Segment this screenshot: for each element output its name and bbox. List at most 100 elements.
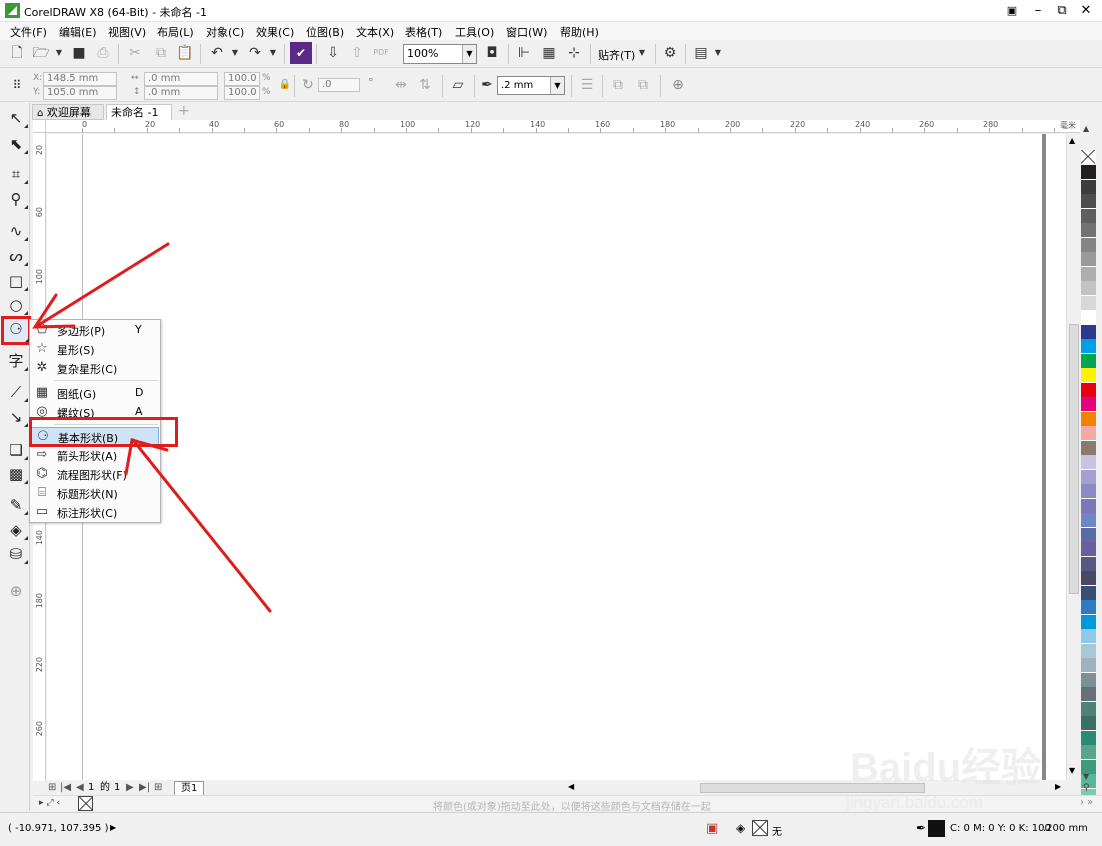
palette-swatch[interactable] — [1081, 658, 1096, 673]
palette-swatch[interactable] — [1081, 324, 1096, 340]
flyout-item-callout-shapes[interactable]: ▭ 标注形状(C) — [31, 503, 159, 521]
horizontal-ruler[interactable]: 0 20 40 60 80 100 120 140 160 180 200 22… — [46, 120, 1080, 133]
drop-shadow-tool-icon[interactable]: ❏ — [4, 439, 28, 461]
menu-window[interactable]: 窗口(W) — [506, 24, 547, 40]
palette-zoom-icon[interactable]: ⚲ — [1083, 783, 1090, 793]
full-screen-icon[interactable]: ◘ — [481, 42, 503, 64]
ruler-corner[interactable] — [33, 120, 46, 133]
add-page-after-icon[interactable]: ⊞ — [154, 781, 162, 795]
flyout-item-arrow-shapes[interactable]: ⇨ 箭头形状(A) — [31, 446, 159, 464]
menu-bitmaps[interactable]: 位图(B) — [306, 24, 344, 40]
vertical-scroll-thumb[interactable] — [1069, 324, 1079, 594]
palette-swatch[interactable] — [1081, 643, 1096, 659]
scroll-up-icon[interactable]: ▲ — [1069, 136, 1075, 145]
scale-x-field[interactable]: 100.0 — [224, 72, 260, 86]
rotation-angle-field[interactable]: .0 — [318, 78, 360, 92]
user-icon[interactable]: ▣ — [1000, 2, 1024, 20]
palette-swatch[interactable] — [1081, 397, 1096, 412]
lock-ratio-icon[interactable]: 🔒 — [274, 74, 296, 96]
rectangle-tool-icon[interactable]: □ — [4, 270, 28, 292]
chevron-down-icon[interactable]: ▼ — [550, 77, 564, 94]
scroll-left-icon[interactable]: ◀ — [568, 782, 574, 791]
palette-swatch[interactable] — [1081, 411, 1096, 427]
paste-icon[interactable]: 📋 — [174, 42, 196, 64]
add-tab-button[interactable]: + — [174, 104, 190, 120]
drawing-canvas[interactable] — [47, 134, 1066, 780]
no-color-swatch[interactable] — [1081, 150, 1096, 164]
object-origin-icon[interactable]: ⠿ — [6, 74, 28, 96]
vertical-scrollbar[interactable]: ▲ ▼ — [1066, 134, 1080, 780]
chevron-down-icon[interactable]: ▼ — [462, 45, 476, 63]
palette-swatch[interactable] — [1081, 194, 1096, 209]
page-tab[interactable]: 页1 — [174, 781, 205, 796]
no-color-icon[interactable] — [78, 796, 93, 811]
status-expand-icon[interactable]: ▶ — [110, 823, 116, 832]
docpal-menu-icon[interactable]: ▸ ⤢ ‹ — [39, 798, 60, 808]
width-field[interactable]: .0 mm — [144, 72, 218, 86]
crop-tool-icon[interactable]: ⌗ — [4, 163, 28, 185]
flyout-item-banner-shapes[interactable]: ⌸ 标题形状(N) — [31, 484, 159, 502]
print-icon[interactable]: ⎙ — [92, 42, 114, 64]
palette-swatch[interactable] — [1081, 455, 1096, 470]
flyout-item-complex-star[interactable]: ✲ 复杂星形(C) — [31, 359, 159, 377]
shape-style-icon[interactable]: ▱ — [447, 74, 469, 96]
palette-swatch[interactable] — [1081, 310, 1096, 325]
undo-dropdown-icon[interactable]: ▼ — [224, 42, 246, 64]
next-page-icon[interactable]: ▶ — [126, 781, 134, 795]
smart-fill-tool-icon[interactable]: ⛁ — [4, 543, 28, 565]
previous-page-icon[interactable]: ◀ — [76, 781, 84, 795]
palette-swatch[interactable] — [1081, 353, 1096, 369]
palette-swatch[interactable] — [1081, 701, 1096, 717]
menu-file[interactable]: 文件(F) — [10, 24, 47, 40]
menu-help[interactable]: 帮助(H) — [560, 24, 599, 40]
first-page-icon[interactable]: |◀ — [60, 781, 71, 795]
quick-customize-icon[interactable]: ⊕ — [667, 74, 689, 96]
scale-y-field[interactable]: 100.0 — [224, 86, 260, 100]
palette-swatch[interactable] — [1081, 237, 1096, 253]
interactive-fill-tool-icon[interactable]: ◈ — [4, 519, 28, 541]
palette-swatch[interactable] — [1081, 498, 1096, 514]
snap-chevron-down-icon[interactable]: ▼ — [631, 42, 653, 64]
docpal-scroll-icon[interactable]: › » — [1080, 797, 1093, 808]
menu-tools[interactable]: 工具(O) — [455, 24, 494, 40]
add-tool-icon[interactable]: ⊕ — [4, 580, 28, 602]
color-proofing-icon[interactable]: ▣ — [706, 821, 718, 836]
palette-swatch[interactable] — [1081, 527, 1096, 543]
no-fill-swatch-icon[interactable] — [752, 820, 768, 836]
fill-icon[interactable]: ◈ — [736, 821, 745, 835]
palette-scroll-up-icon[interactable]: ▲ — [1083, 124, 1089, 133]
menu-object[interactable]: 对象(C) — [206, 24, 244, 40]
palette-swatch[interactable] — [1081, 716, 1096, 731]
palette-swatch[interactable] — [1081, 382, 1096, 398]
palette-swatch[interactable] — [1081, 208, 1096, 224]
outline-width-select[interactable]: .2 mm ▼ — [497, 76, 565, 95]
x-position-field[interactable]: 148.5 mm — [43, 72, 117, 86]
palette-swatch[interactable] — [1081, 426, 1096, 441]
ellipse-tool-icon[interactable]: ○ — [4, 294, 28, 316]
options-gear-icon[interactable]: ⚙ — [659, 42, 681, 64]
palette-swatch[interactable] — [1081, 339, 1096, 354]
basic-shapes-tool-icon[interactable]: ⚆ — [1, 316, 31, 345]
last-page-icon[interactable]: ▶| — [139, 781, 150, 795]
palette-swatch[interactable] — [1081, 585, 1096, 601]
palette-swatch[interactable] — [1081, 730, 1096, 746]
artistic-media-tool-icon[interactable]: ᔕ — [4, 245, 28, 267]
menu-text[interactable]: 文本(X) — [356, 24, 394, 40]
snap-to-dropdown[interactable]: 贴齐(T) — [598, 47, 635, 63]
show-guidelines-icon[interactable]: ⊹ — [563, 42, 585, 64]
text-tool-icon[interactable]: 字 — [4, 350, 28, 372]
new-document-icon[interactable]: 🗋 — [6, 42, 28, 64]
redo-dropdown-icon[interactable]: ▼ — [262, 42, 284, 64]
palette-swatch[interactable] — [1081, 600, 1096, 615]
menu-view[interactable]: 视图(V) — [108, 24, 146, 40]
export-icon[interactable]: ⇧ — [346, 42, 368, 64]
palette-swatch[interactable] — [1081, 440, 1096, 456]
pdf-icon[interactable]: PDF — [370, 42, 392, 64]
menu-table[interactable]: 表格(T) — [405, 24, 442, 40]
menu-effects[interactable]: 效果(C) — [256, 24, 294, 40]
palette-swatch[interactable] — [1081, 266, 1096, 282]
freehand-tool-icon[interactable]: ∿ — [4, 220, 28, 242]
search-content-icon[interactable]: ✔ — [290, 42, 312, 64]
tab-welcome-screen[interactable]: ⌂ 欢迎屏幕 — [32, 104, 104, 120]
import-icon[interactable]: ⇩ — [322, 42, 344, 64]
